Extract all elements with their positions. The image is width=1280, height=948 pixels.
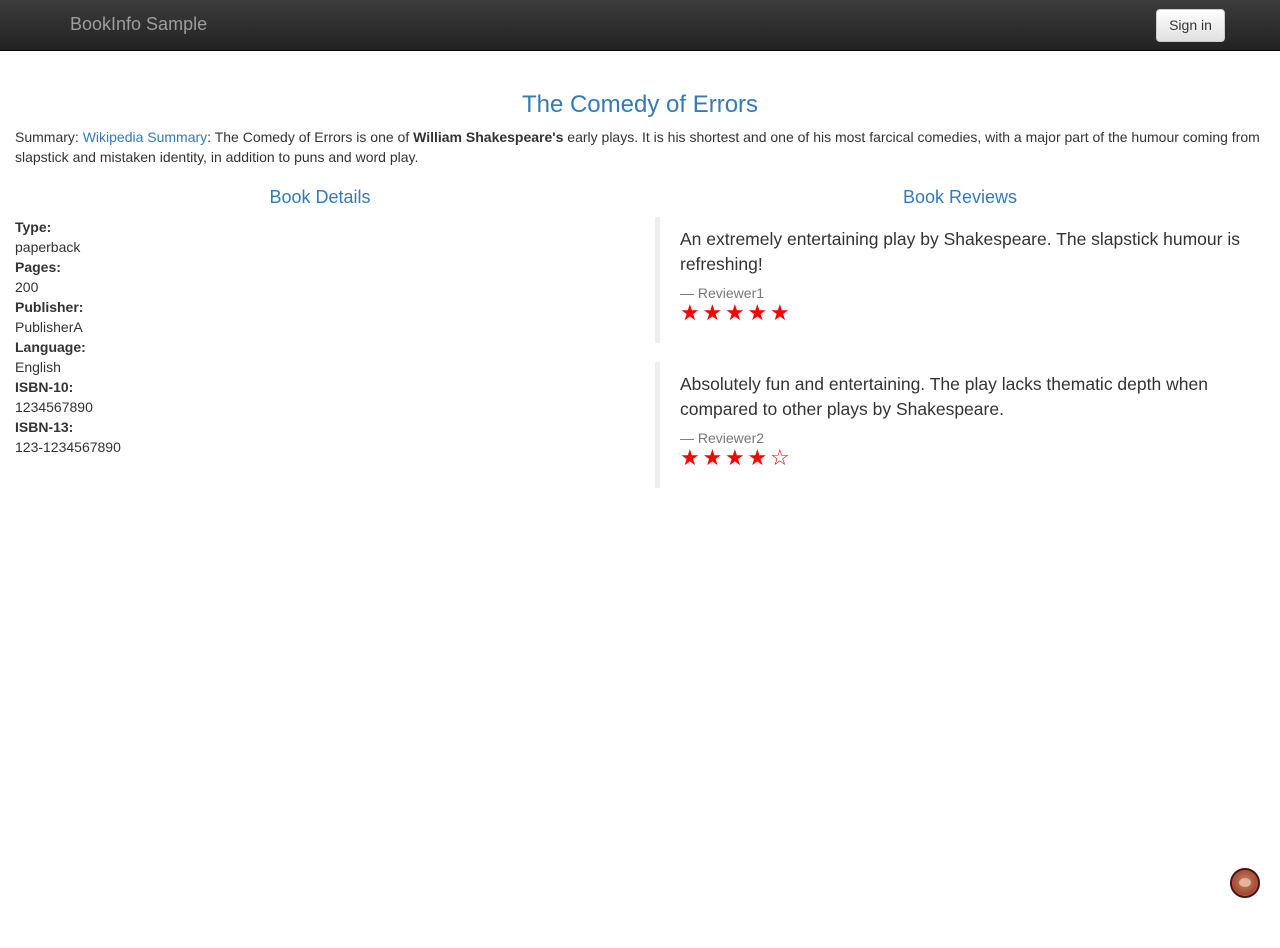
- rating-stars: ★ ★ ★ ★ ★: [680, 303, 1245, 325]
- star-filled-icon: ★: [725, 301, 745, 326]
- book-title: The Comedy of Errors: [521, 91, 759, 118]
- star-empty-icon: ☆: [770, 446, 790, 471]
- avatar-face: [1239, 878, 1251, 887]
- review-card: An extremely entertaining play by Shakes…: [655, 217, 1265, 343]
- detail-label-isbn13: ISBN-13:: [15, 419, 74, 435]
- star-filled-icon: ★: [680, 446, 700, 471]
- star-filled-icon: ★: [702, 301, 723, 326]
- navbar: BookInfo Sample Sign in: [0, 0, 1280, 51]
- brand-link[interactable]: BookInfo Sample: [70, 14, 207, 34]
- summary-prefix: Summary:: [15, 129, 83, 145]
- star-filled-icon: ★: [770, 301, 790, 326]
- star-filled-icon: ★: [680, 301, 700, 326]
- detail-value-publisher: PublisherA: [15, 319, 83, 335]
- star-filled-icon: ★: [747, 446, 768, 471]
- wikipedia-summary-link[interactable]: Wikipedia Summary: [83, 129, 207, 145]
- detail-value-isbn10: 1234567890: [15, 399, 93, 415]
- detail-label-type: Type:: [15, 219, 52, 235]
- detail-label-isbn10: ISBN-10:: [15, 379, 74, 395]
- rating-stars: ★ ★ ★ ★ ☆: [680, 448, 1245, 470]
- review-text: An extremely entertaining play by Shakes…: [680, 229, 1240, 274]
- summary-text-1: : The Comedy of Errors is one of: [207, 129, 414, 145]
- review-author: — Reviewer2: [680, 430, 765, 446]
- detail-value-isbn13: 123-1234567890: [15, 439, 121, 455]
- detail-value-language: English: [15, 359, 61, 375]
- star-filled-icon: ★: [747, 301, 768, 326]
- book-details-list: Type: paperback Pages: 200 Publisher: Pu…: [15, 217, 615, 457]
- detail-value-type: paperback: [15, 239, 81, 255]
- review-card: Absolutely fun and entertaining. The pla…: [655, 362, 1265, 488]
- summary-author: William Shakespeare's: [413, 129, 564, 145]
- star-filled-icon: ★: [702, 446, 723, 471]
- detail-value-pages: 200: [15, 279, 39, 295]
- review-text: Absolutely fun and entertaining. The pla…: [680, 374, 1208, 419]
- book-reviews-heading: Book Reviews: [902, 187, 1018, 207]
- book-summary: Summary: Wikipedia Summary: The Comedy o…: [15, 127, 1265, 167]
- avatar-icon[interactable]: [1230, 868, 1260, 898]
- detail-label-language: Language:: [15, 339, 86, 355]
- detail-label-publisher: Publisher:: [15, 299, 84, 315]
- star-filled-icon: ★: [725, 446, 745, 471]
- detail-label-pages: Pages:: [15, 259, 61, 275]
- review-author: — Reviewer1: [680, 285, 765, 301]
- book-details-heading: Book Details: [269, 187, 371, 207]
- sign-in-button[interactable]: Sign in: [1156, 9, 1225, 42]
